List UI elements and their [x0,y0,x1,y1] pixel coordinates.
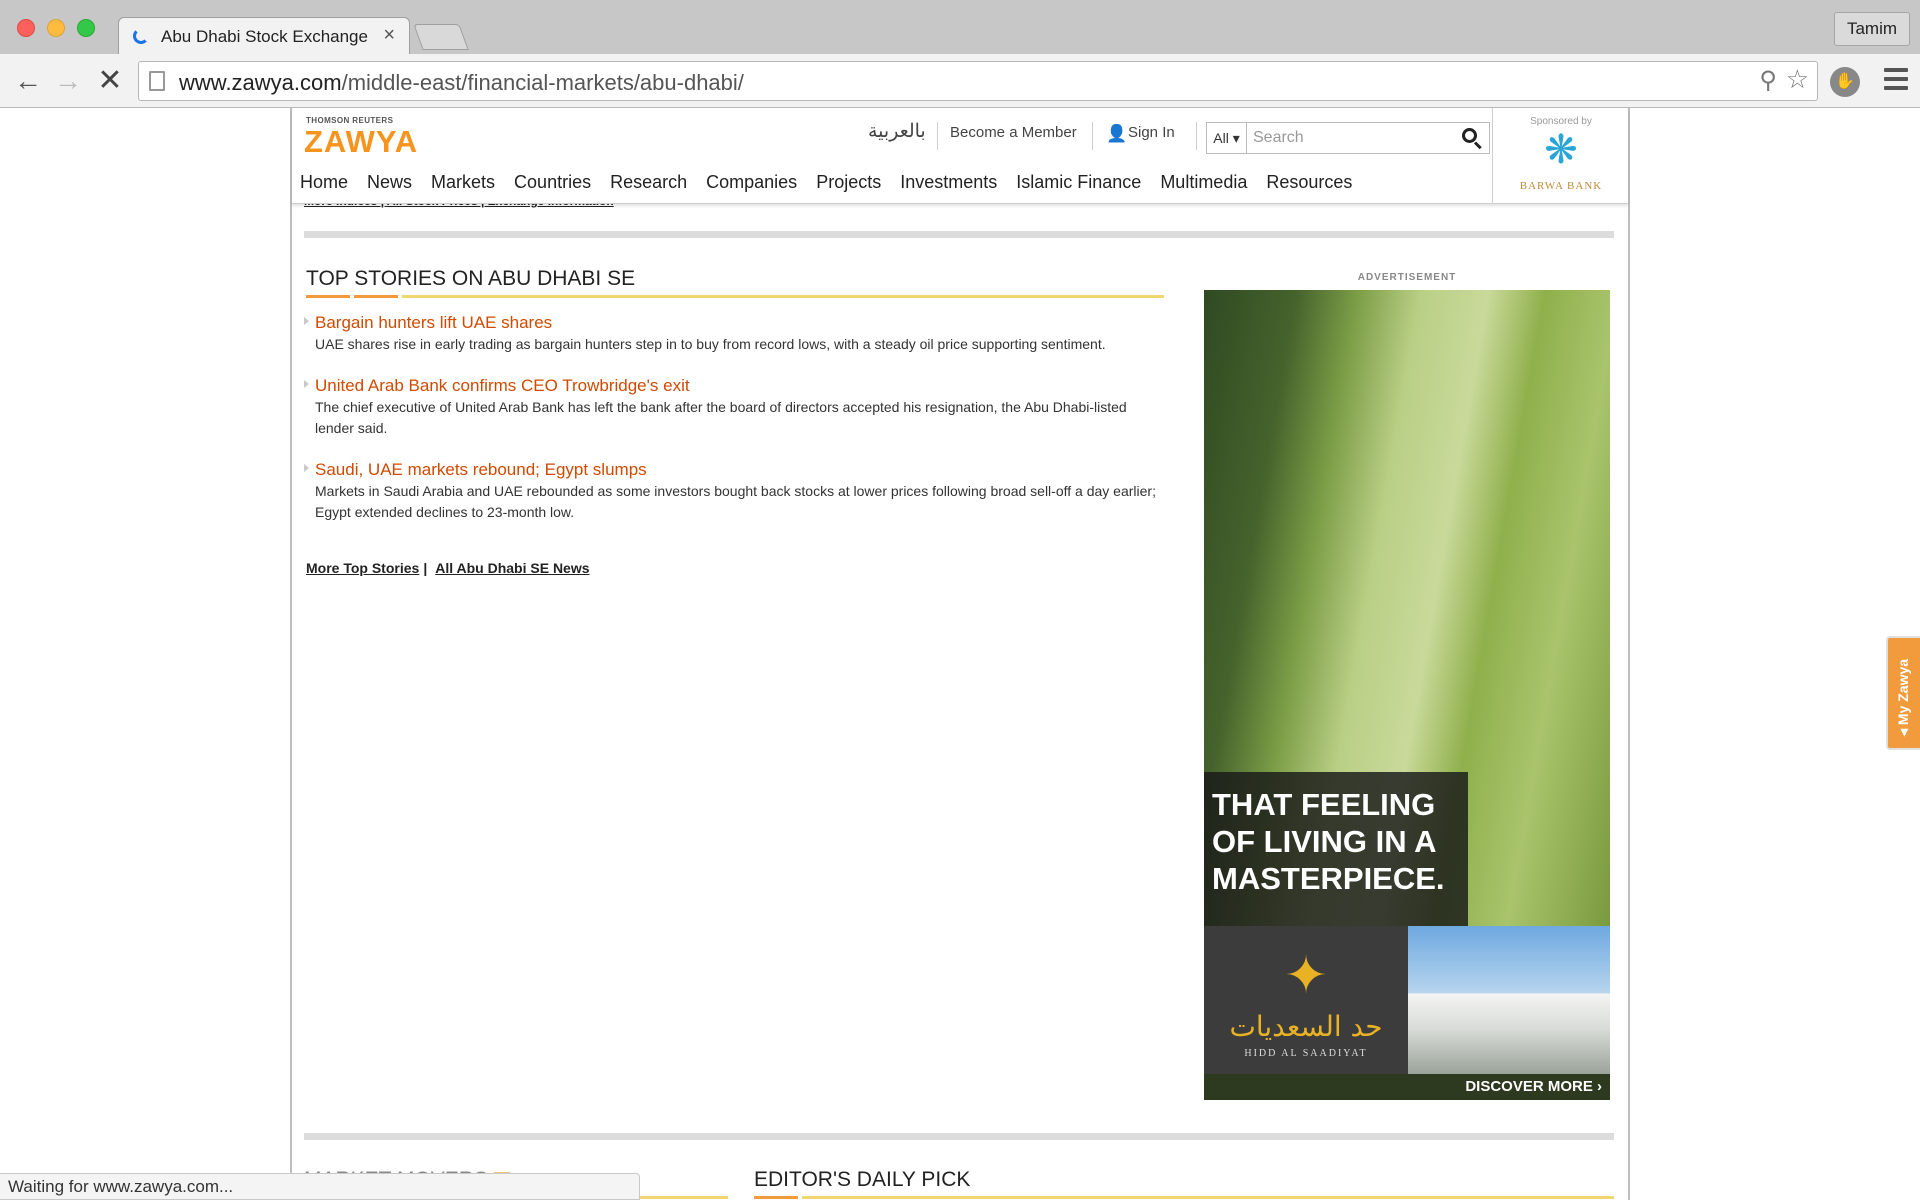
zawya-logo[interactable]: ZAWYA [304,124,418,160]
ad-brand-english: HIDD AL SAADIYAT [1244,1048,1368,1059]
section-divider [304,1133,1614,1140]
url-text[interactable]: www.zawya.com/middle-east/financial-mark… [179,70,744,96]
stop-loading-icon[interactable]: ✕ [94,65,126,97]
extension-hand-icon[interactable]: ✋ [1830,67,1860,97]
sponsor-label: Sponsored by [1530,116,1592,127]
forward-arrow-icon[interactable]: → [52,65,84,97]
ad-headline-line: THAT FEELING [1212,787,1436,822]
ad-headline: THAT FEELING OF LIVING IN A MASTERPIECE. [1204,772,1468,926]
site-header: THOMSON REUTERS ZAWYA بالعربية Become a … [292,108,1628,204]
story-headline-link[interactable]: United Arab Bank confirms CEO Trowbridge… [315,375,1164,397]
title-underline [402,295,1164,298]
nav-item-home[interactable]: Home [300,172,348,193]
sponsor-block[interactable]: Sponsored by ❋ BARWA BANK [1492,108,1628,204]
story-summary: The chief executive of United Arab Bank … [315,399,1127,436]
story-item: United Arab Bank confirms CEO Trowbridge… [304,375,1164,439]
more-top-stories-link[interactable]: More Top Stories [306,560,419,576]
url-path: /middle-east/financial-markets/abu-dhabi… [341,70,744,95]
search-scope-select[interactable]: All ▾ [1207,123,1247,153]
profile-button[interactable]: Tamim [1834,12,1910,46]
nav-item-companies[interactable]: Companies [706,172,797,193]
address-bar[interactable]: www.zawya.com/middle-east/financial-mark… [138,61,1818,101]
arabic-language-link[interactable]: بالعربية [868,120,926,143]
user-icon: 👤 [1106,124,1128,143]
nav-item-projects[interactable]: Projects [816,172,881,193]
search-icon[interactable] [1461,127,1483,150]
advertisement-label: ADVERTISEMENT [1357,272,1457,283]
top-stories-list: Bargain hunters lift UAE shares UAE shar… [304,312,1164,543]
loading-spinner-icon [133,28,149,44]
browser-menu-icon[interactable] [1884,68,1908,92]
nav-item-news[interactable]: News [367,172,412,193]
divider [937,122,938,150]
barwa-bank-logo-icon: ❋ [1544,128,1578,172]
title-underline-accent [354,295,398,298]
main-navigation: Home News Markets Countries Research Com… [292,160,1488,204]
ad-headline-line: MASTERPIECE. [1212,861,1445,896]
top-stories-title: TOP STORIES ON ABU DHABI SE [306,267,636,290]
bullet-icon [304,380,309,388]
ad-logo-panel: ✦ حد السعديات HIDD AL SAADIYAT [1204,926,1408,1074]
story-item: Saudi, UAE markets rebound; Egypt slumps… [304,459,1164,523]
editors-daily-pick-title: EDITOR'S DAILY PICK [754,1168,971,1191]
nav-item-countries[interactable]: Countries [514,172,591,193]
my-zawya-label: ◂ My Zawya [1895,658,1911,736]
search-input[interactable] [1253,126,1453,150]
tab-close-icon[interactable]: × [383,24,395,47]
zoom-icon[interactable]: ⚲ [1759,66,1777,95]
sponsor-name: BARWA BANK [1519,180,1603,192]
nav-item-research[interactable]: Research [610,172,687,193]
sign-in-link[interactable]: Sign In [1128,124,1175,141]
ad-cta-bar: DISCOVER MORE › [1204,1074,1610,1100]
window-minimize-button[interactable] [47,19,65,37]
title-underline-accent [306,295,350,298]
hidd-logo-icon: ✦ [1284,947,1328,1005]
bullet-icon [304,317,309,325]
link-separator: | [423,560,428,576]
window-zoom-button[interactable] [77,19,95,37]
story-item: Bargain hunters lift UAE shares UAE shar… [304,312,1164,355]
story-summary: UAE shares rise in early trading as barg… [315,336,1106,352]
bullet-icon [304,464,309,472]
ad-villa-photo [1408,926,1610,1074]
url-host: www.zawya.com [179,70,342,95]
page-viewport: THOMSON REUTERS ZAWYA بالعربية Become a … [0,108,1920,1200]
browser-toolbar: ← → ✕ www.zawya.com/middle-east/financia… [0,54,1920,108]
search-box: All ▾ [1206,122,1490,154]
ad-brand-arabic: حد السعديات [1229,1010,1383,1043]
divider [1092,122,1093,150]
ad-headline-line: OF LIVING IN A [1212,824,1437,859]
browser-tab-bar: Abu Dhabi Stock Exchange × Tamim [0,0,1920,55]
all-abu-dhabi-news-link[interactable]: All Abu Dhabi SE News [435,560,589,576]
page-icon [149,71,165,91]
my-zawya-side-tab[interactable]: ◂ My Zawya [1886,636,1920,750]
advertisement-banner[interactable]: THAT FEELING OF LIVING IN A MASTERPIECE.… [1204,290,1610,1100]
title-underline [802,1196,1614,1199]
section-divider [304,231,1614,238]
discover-more-button[interactable]: DISCOVER MORE › [1465,1078,1602,1095]
more-stories-links: More Top Stories | All Abu Dhabi SE News [306,560,590,576]
nav-item-investments[interactable]: Investments [900,172,997,193]
become-member-link[interactable]: Become a Member [950,124,1077,141]
divider [1196,122,1197,150]
nav-item-islamic-finance[interactable]: Islamic Finance [1016,172,1141,193]
browser-status-bar: Waiting for www.zawya.com... [0,1173,640,1200]
back-arrow-icon[interactable]: ← [12,65,44,97]
title-underline-accent [754,1196,798,1199]
new-tab-button[interactable] [413,24,469,50]
story-summary: Markets in Saudi Arabia and UAE rebounde… [315,483,1156,520]
story-headline-link[interactable]: Bargain hunters lift UAE shares [315,312,1164,334]
browser-tab-active[interactable]: Abu Dhabi Stock Exchange × [118,17,410,55]
nav-item-resources[interactable]: Resources [1266,172,1352,193]
tab-title: Abu Dhabi Stock Exchange [161,27,368,46]
site-container: THOMSON REUTERS ZAWYA بالعربية Become a … [290,108,1630,1200]
bookmark-star-icon[interactable]: ☆ [1786,64,1809,95]
nav-item-markets[interactable]: Markets [431,172,495,193]
window-close-button[interactable] [17,19,35,37]
nav-item-multimedia[interactable]: Multimedia [1160,172,1247,193]
story-headline-link[interactable]: Saudi, UAE markets rebound; Egypt slumps [315,459,1164,481]
